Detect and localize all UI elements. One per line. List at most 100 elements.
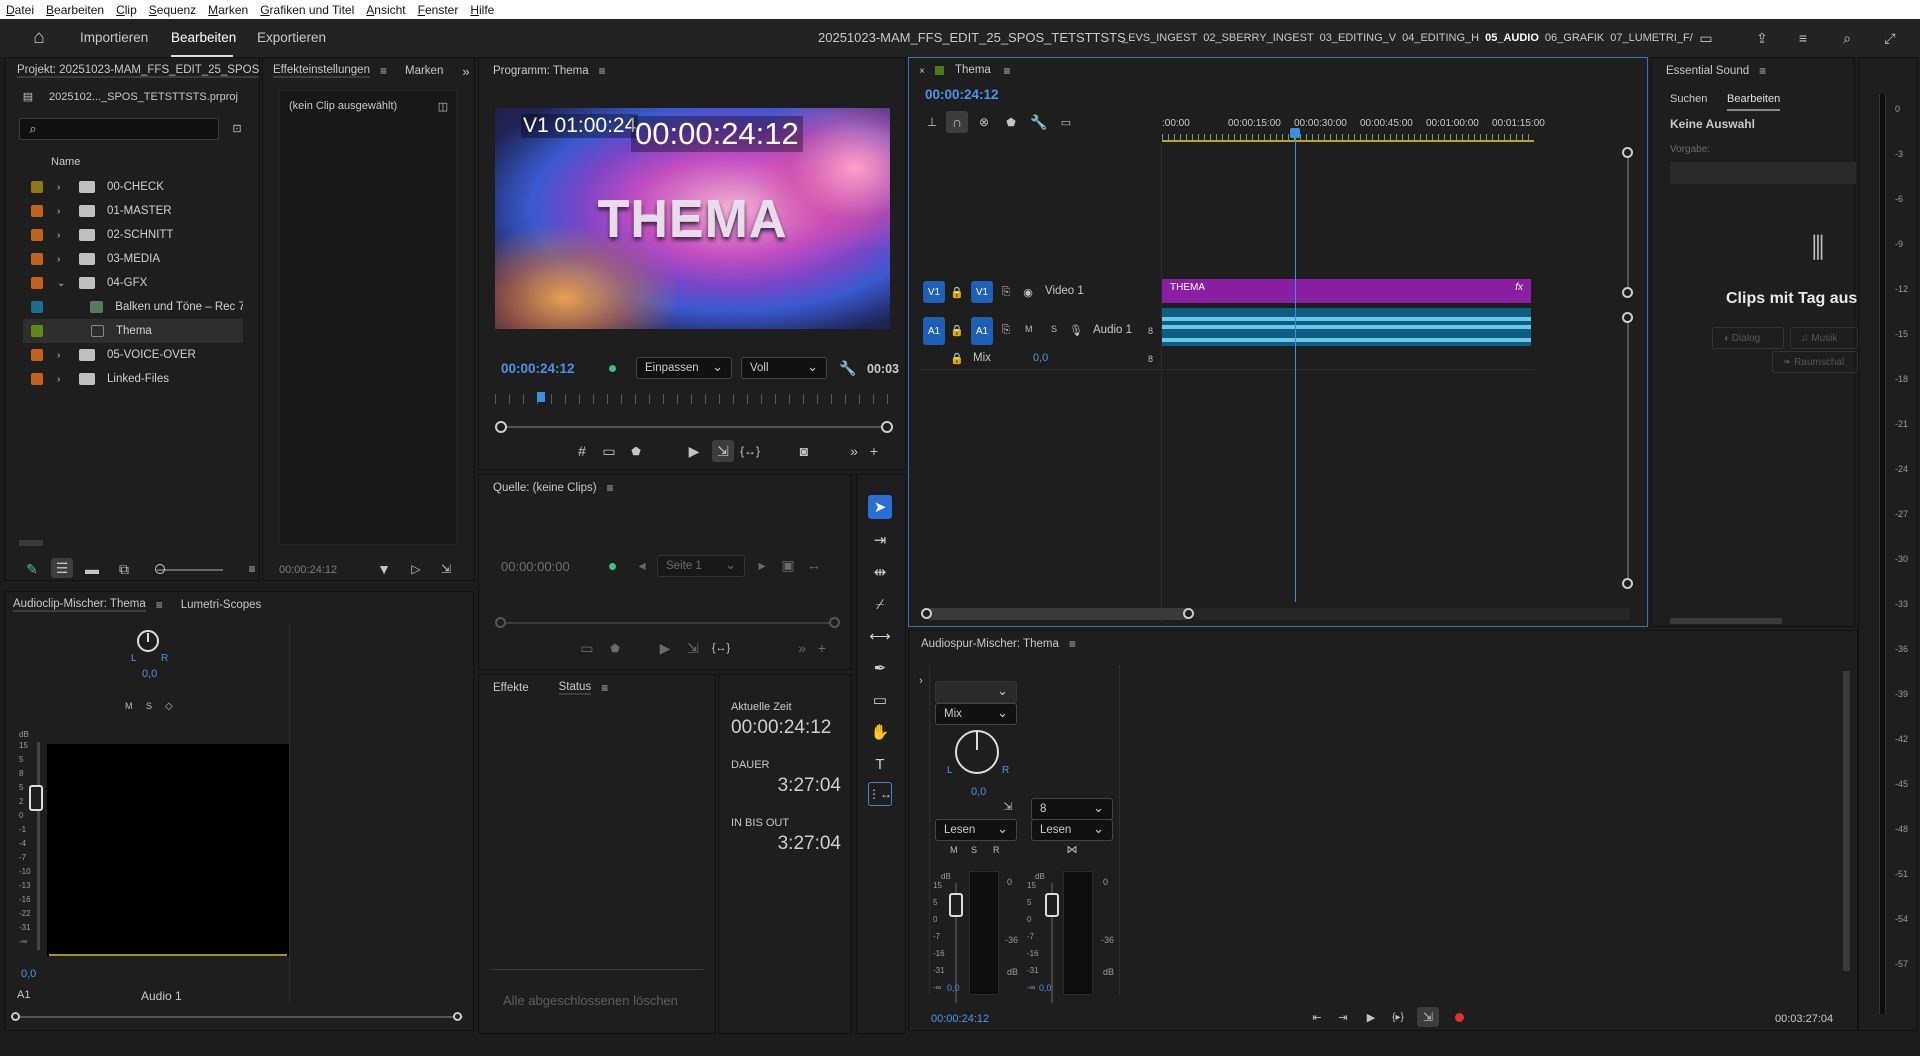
source-zoom-right[interactable] <box>829 617 840 628</box>
chevron-right-icon[interactable]: › <box>57 182 69 193</box>
search-icon[interactable]: ⌕ <box>1837 28 1857 48</box>
trim-icon[interactable]: {↔} <box>740 442 760 460</box>
menu-icon[interactable]: ≡ <box>601 681 608 695</box>
tab-effect-controls[interactable]: Effekteinstellungen <box>273 64 370 78</box>
remix-tool-icon[interactable]: ⋮↔ <box>868 782 892 806</box>
expand-icon[interactable]: ↔ <box>807 557 821 573</box>
go-in-icon[interactable]: ⇤ <box>1309 1009 1325 1025</box>
v-scroll-handle-a-top[interactable] <box>1622 312 1633 323</box>
overflow-icon[interactable]: » <box>847 442 861 460</box>
strip2-fader[interactable] <box>1045 893 1059 917</box>
h-scroll[interactable] <box>925 608 1191 620</box>
camera-icon[interactable]: ◙ <box>795 442 813 460</box>
layout-icon[interactable]: ▭ <box>1696 28 1716 48</box>
hand-tool-icon[interactable]: ✋ <box>868 720 892 744</box>
label-color-swatch[interactable] <box>31 301 43 313</box>
automation-select-2[interactable]: Lesen <box>1031 819 1113 841</box>
a1-source-target[interactable]: A1 <box>923 317 945 345</box>
zoom-slider[interactable] <box>157 569 223 571</box>
project-item[interactable]: › 03-MEDIA <box>23 247 243 271</box>
keyframe-icon[interactable]: ◇ <box>165 701 173 712</box>
source-zoom-left[interactable] <box>495 617 506 628</box>
play-icon[interactable]: ▶ <box>1363 1009 1379 1025</box>
overflow-icon[interactable]: » <box>795 640 809 656</box>
project-hscroll[interactable] <box>19 540 43 546</box>
track-pan-value[interactable]: 0,0 <box>971 786 986 798</box>
fit-select[interactable]: Einpassen <box>636 357 732 379</box>
selection-tool-icon[interactable]: ➤ <box>868 495 892 519</box>
mixer-hscroll[interactable] <box>15 1016 463 1018</box>
tab-audio-clip-mixer[interactable]: Audioclip-Mischer: Thema <box>13 598 146 612</box>
channel-select[interactable]: 8 <box>1031 798 1113 820</box>
link-icon[interactable]: ⋈ <box>1065 842 1079 856</box>
h-scroll-left[interactable] <box>921 608 932 619</box>
menu-icon[interactable]: ≡ <box>1001 64 1013 78</box>
safe-margins-icon[interactable]: # <box>573 442 591 460</box>
add-icon[interactable]: + <box>815 640 829 656</box>
v-scroll-video[interactable] <box>1627 154 1629 294</box>
label-color-swatch[interactable] <box>31 373 43 385</box>
go-out-icon[interactable]: ⇥ <box>1335 1009 1351 1025</box>
mic-icon[interactable]: 🎙 <box>1069 322 1083 338</box>
add-marker-icon[interactable]: ⬟ <box>1002 113 1020 131</box>
icon-view-icon[interactable]: ▬ <box>83 560 101 578</box>
insert-icon[interactable]: ⊥ <box>923 113 941 131</box>
add-icon[interactable]: + <box>867 442 881 460</box>
menu-icon[interactable]: ≡ <box>599 64 606 78</box>
stop-icon[interactable]: ▣ <box>781 557 795 573</box>
tab-search[interactable]: Suchen <box>1670 93 1707 105</box>
loop-icon[interactable]: ⇲ <box>1417 1007 1439 1027</box>
clear-completed-button[interactable]: Alle abgeschlossenen löschen <box>503 993 678 1008</box>
project-item[interactable]: › 01-MASTER <box>23 199 243 223</box>
linked-select-icon[interactable]: ⊗ <box>975 113 993 131</box>
label-color-swatch[interactable] <box>31 325 43 337</box>
mix-volume[interactable]: 0,0 <box>1033 352 1048 364</box>
zoom-slider-handle[interactable] <box>155 564 165 574</box>
play-icon[interactable]: ▶ <box>685 442 703 460</box>
workspace-tab[interactable]: 02_SBERRY_INGEST <box>1203 32 1313 44</box>
program-zoom-bar[interactable] <box>499 426 889 428</box>
sync-lock-icon[interactable]: ⎘ <box>999 284 1013 300</box>
chevron-right-icon[interactable]: › <box>57 350 69 361</box>
audio-play-icon[interactable]: ▷ <box>407 560 425 578</box>
label-color-swatch[interactable] <box>31 229 43 241</box>
close-icon[interactable]: × <box>917 65 927 77</box>
project-item[interactable]: › 05-VOICE-OVER <box>23 343 243 367</box>
menu-icon[interactable]: ≡ <box>607 481 614 495</box>
program-tab[interactable]: Programm: Thema <box>493 65 589 77</box>
menu-item-sequenz[interactable]: Sequenz <box>143 3 202 17</box>
menu-icon[interactable]: ≡ <box>1069 637 1076 651</box>
dialog-button[interactable]: ◖ Dialog <box>1712 327 1784 349</box>
video-clip-thema[interactable]: THEMA fx <box>1162 279 1531 303</box>
filter-icon[interactable]: ▼ <box>375 560 393 578</box>
fullscreen-icon[interactable]: ⤢ <box>1880 28 1900 48</box>
eye-icon[interactable]: ◉ <box>1021 284 1035 300</box>
lock-icon[interactable]: 🔒 <box>950 322 964 338</box>
tab-import[interactable]: Importieren <box>80 30 148 45</box>
timeline-tab[interactable]: Thema <box>955 64 991 76</box>
tab-edit-sound[interactable]: Bearbeiten <box>1727 93 1781 111</box>
tab-lumetri-scopes[interactable]: Lumetri-Scopes <box>181 599 262 611</box>
menu-item-hilfe[interactable]: Hilfe <box>464 3 500 17</box>
track-mute[interactable]: M <box>950 845 958 855</box>
program-video-frame[interactable]: V1 01:00:24 00:00:24:12 THEMA <box>495 108 890 329</box>
menu-item-fenster[interactable]: Fenster <box>412 3 465 17</box>
source-zoom-bar[interactable] <box>499 622 835 624</box>
zoom-handle-right[interactable] <box>881 421 893 433</box>
audio-clip[interactable] <box>1162 308 1531 346</box>
solo-button[interactable]: S <box>146 701 152 711</box>
menu-item-datei[interactable]: Datei <box>0 3 40 17</box>
strip1-volume[interactable]: 0,0 <box>947 983 960 993</box>
list-view-icon[interactable]: ☰ <box>51 558 73 578</box>
track-select-tool-icon[interactable]: ⇥ <box>868 528 892 552</box>
zoom-handle-left[interactable] <box>495 421 507 433</box>
export-frame-icon[interactable]: ⇲ <box>685 640 701 656</box>
v-scroll-handle-a-bottom[interactable] <box>1622 578 1633 589</box>
tab-markers[interactable]: Marken <box>405 65 443 77</box>
strip1-fader[interactable] <box>949 893 963 917</box>
time-ruler[interactable]: :00:00 00:00:15:00 00:00:30:00 00:00:45:00 0… <box>1162 114 1545 136</box>
frame-icon[interactable]: ▭ <box>600 442 618 460</box>
project-item[interactable]: › Linked-Files <box>23 367 243 391</box>
track-mixer-tab[interactable]: Audiospur-Mischer: Thema <box>921 638 1059 650</box>
program-ruler[interactable] <box>495 394 890 404</box>
